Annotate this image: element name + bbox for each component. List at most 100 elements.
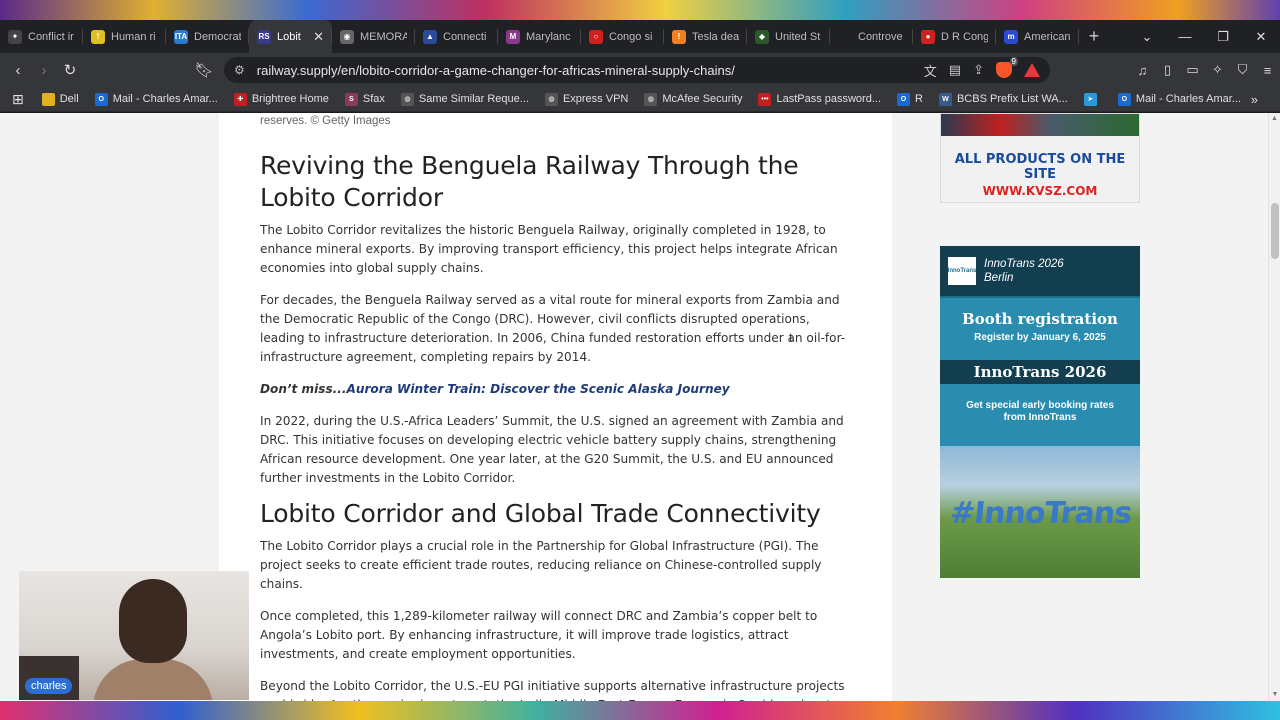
folder-icon — [41, 92, 55, 106]
reload-icon[interactable]: ↻ — [57, 61, 83, 79]
bookmark-label: R — [915, 93, 923, 105]
ad2-photo: #InnoTrans — [940, 446, 1140, 578]
menu-icon[interactable]: ≡ — [1255, 63, 1280, 78]
tab-favicon-icon: M — [506, 29, 520, 44]
globe-icon: ◍ — [400, 92, 414, 106]
tab-favicon-icon: ▲ — [423, 29, 437, 44]
bookmark-item[interactable]: ➤ — [1076, 92, 1110, 106]
bookmark-item[interactable]: ✚ Brightree Home — [226, 92, 337, 106]
paragraph-1: The Lobito Corridor revitalizes the hist… — [260, 223, 838, 275]
tab-title: Tesla dea — [692, 30, 739, 43]
browser-tab[interactable]: ◉ MEMORA — [332, 20, 415, 53]
text-cursor-icon: I — [789, 331, 793, 345]
shield-count: 9 — [1009, 57, 1018, 66]
ad-photo-strip — [941, 114, 1139, 136]
tab-favicon-icon: ○ — [589, 29, 603, 44]
restore-icon[interactable]: ❐ — [1204, 29, 1242, 45]
lastpass-icon: ••• — [758, 92, 772, 106]
tab-favicon-icon: m — [1004, 29, 1018, 44]
browser-tab[interactable]: ✦ Conflict ir — [0, 20, 83, 53]
bookmark-item[interactable]: Dell — [34, 92, 87, 106]
scroll-thumb[interactable] — [1271, 203, 1279, 259]
globe-icon: ◍ — [644, 92, 658, 106]
translate-icon[interactable]: 文 — [924, 61, 937, 80]
ad2-header-line1: InnoTrans 2026 — [984, 258, 1064, 270]
browser-tab[interactable]: ◆ United St — [747, 20, 830, 53]
dont-miss-prefix: Don’t miss... — [260, 382, 347, 396]
minimize-icon[interactable]: — — [1166, 29, 1204, 44]
dont-miss-link[interactable]: Aurora Winter Train: Discover the Scenic… — [346, 382, 729, 396]
innotrans-ad-banner[interactable]: InnoTrans InnoTrans 2026 Berlin Booth re… — [940, 246, 1140, 578]
tab-strip: ✦ Conflict ir! Human ri ITA Democrat RS Lobit ✕… — [0, 20, 1280, 53]
address-bar[interactable]: ⚙ railway.supply/en/lobito-corridor-a-ga… — [224, 57, 1050, 83]
tab-close-icon[interactable]: ✕ — [313, 29, 324, 45]
browser-tab[interactable]: ! Tesla dea — [664, 20, 747, 53]
tab-favicon-icon: ! — [91, 29, 105, 44]
section-heading-benguela: Reviving the Benguela Railway Through th… — [260, 151, 799, 212]
bookmark-label: Mail - Charles Amar... — [1135, 93, 1241, 105]
brave-shield-icon[interactable]: 9 — [996, 57, 1018, 78]
browser-tab[interactable]: ● D R Cong — [913, 20, 996, 53]
bookmark-item[interactable]: ◍ Express VPN — [537, 92, 636, 106]
tab-title: Lobit — [277, 30, 301, 43]
bookmark-item[interactable]: ••• LastPass password... — [750, 92, 889, 106]
wordpress-icon: W — [938, 92, 952, 106]
paragraph-2: For decades, the Benguela Railway served… — [260, 293, 846, 364]
bookmark-item[interactable]: O Mail - Charles Amar... — [87, 92, 226, 106]
innotrans-logo-icon: InnoTrans — [948, 257, 976, 285]
media-icon[interactable]: ♫ — [1130, 63, 1155, 78]
more-bookmarks-icon[interactable]: » — [1251, 92, 1280, 107]
browser-tab[interactable]: M Marylanc — [498, 20, 581, 53]
ad2-event-title: InnoTrans 2026 — [940, 360, 1140, 384]
bookmarks-bar: ⊞ Dell O Mail - Charles Amar... ✚ Brightree … — [0, 87, 1280, 112]
bookmark-icon[interactable]: 🔖︎ — [191, 61, 217, 79]
paragraph-3: In 2022, during the U.S.-Africa Leaders’… — [260, 414, 844, 485]
wallet-icon[interactable]: ▭ — [1180, 62, 1205, 78]
bookmark-item[interactable]: S Sfax — [337, 92, 393, 106]
vpn-icon[interactable]: ⛉ — [1230, 62, 1255, 78]
bookmark-item[interactable]: ◍ McAfee Security — [636, 92, 750, 106]
desktop-wallpaper-bottom — [0, 701, 1280, 720]
page-scrollbar[interactable]: ▲ ▼ — [1268, 113, 1280, 701]
bookmark-item[interactable]: O Mail - Charles Amar... — [1110, 92, 1249, 106]
leo-ai-icon[interactable]: ✧ — [1205, 62, 1230, 78]
tab-title: Democrat — [194, 30, 241, 43]
tab-title: Conflict ir — [28, 30, 74, 43]
webcam-person-head — [119, 579, 187, 663]
bookmark-item[interactable]: ◍ Same Similar Reque... — [393, 92, 537, 106]
browser-tab[interactable]: ○ Congo si — [581, 20, 664, 53]
browser-tab[interactable]: m American — [996, 20, 1079, 53]
close-window-icon[interactable]: ✕ — [1242, 29, 1280, 45]
globe-icon: ◍ — [544, 92, 558, 106]
bookmark-label: Brightree Home — [251, 93, 329, 105]
back-arrow-icon[interactable]: ‹ — [5, 62, 31, 79]
ad2-offer-line1: Get special early booking rates — [966, 400, 1114, 411]
ad1-url: WWW.KVSZ.COM — [982, 184, 1098, 198]
forward-arrow-icon[interactable]: › — [31, 62, 57, 79]
dont-miss-line: Don’t miss...Aurora Winter Train: Discov… — [260, 380, 851, 399]
kvsz-ad-banner[interactable]: ALL PRODUCTS ON THE SITE WWW.KVSZ.COM — [940, 113, 1140, 203]
webcam-overlay: charles — [19, 571, 249, 700]
site-info-icon[interactable]: ⚙ — [234, 63, 245, 77]
tab-search-chevron-icon[interactable]: ⌄ — [1128, 29, 1166, 45]
browser-tab[interactable]: ITA Democrat — [166, 20, 249, 53]
bookmark-item[interactable]: OR — [889, 92, 931, 106]
sidebar-icon[interactable]: ▯ — [1155, 62, 1180, 78]
apps-grid-icon[interactable]: ⊞ — [12, 91, 34, 108]
scroll-down-arrow-icon[interactable]: ▼ — [1269, 689, 1280, 701]
browser-toolbar: ‹ › ↻ 🔖︎ ⚙ railway.supply/en/lobito-corr… — [0, 53, 1280, 87]
tab-title: Connecti — [443, 30, 487, 43]
new-tab-button[interactable]: + — [1079, 26, 1109, 47]
browser-tab[interactable]: ▲ Connecti — [415, 20, 498, 53]
outlook-icon: O — [94, 92, 108, 106]
scroll-up-arrow-icon[interactable]: ▲ — [1269, 113, 1280, 125]
url-text[interactable]: railway.supply/en/lobito-corridor-a-game… — [257, 63, 924, 78]
webcam-person-shoulders — [93, 659, 213, 700]
bookmark-item[interactable]: W BCBS Prefix List WA... — [931, 92, 1076, 106]
brave-rewards-icon[interactable] — [1024, 63, 1040, 77]
share-icon[interactable]: ⇪ — [973, 62, 984, 78]
browser-tab[interactable]: Controve — [830, 20, 913, 53]
browser-tab[interactable]: ! Human ri — [83, 20, 166, 53]
reader-mode-icon[interactable]: ▤ — [949, 62, 961, 78]
browser-tab[interactable]: RS Lobit ✕ — [249, 20, 332, 53]
